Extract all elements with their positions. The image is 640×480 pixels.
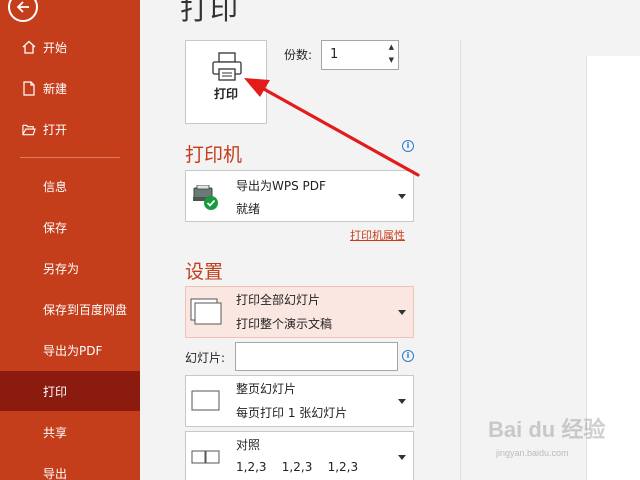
printer-name: 导出为WPS PDF: [236, 179, 326, 193]
sidebar-item-save[interactable]: 保存: [0, 207, 140, 247]
copies-stepper[interactable]: 1 ▲ ▼: [321, 40, 399, 70]
sidebar-item-label: 保存到百度网盘: [43, 302, 128, 317]
sidebar-item-save-to-baidu[interactable]: 保存到百度网盘: [0, 289, 140, 329]
layout-title: 整页幻灯片: [236, 382, 297, 396]
sidebar-item-label: 导出: [43, 466, 68, 480]
sidebar-item-label: 新建: [43, 81, 68, 96]
baidu-watermark: Bai du 经验 jingyan.baidu.com: [488, 412, 628, 472]
info-icon[interactable]: i: [402, 350, 414, 362]
sidebar-item-label: 另存为: [43, 261, 80, 276]
sidebar-item-share[interactable]: 共享: [0, 412, 140, 452]
back-arrow-icon[interactable]: [8, 0, 38, 22]
settings-section-title: 设置: [185, 261, 224, 283]
dropdown-arrow-icon: [398, 310, 406, 315]
slides-input[interactable]: [235, 342, 398, 371]
info-icon[interactable]: i: [402, 140, 414, 152]
panel-divider: [460, 40, 461, 480]
printer-select[interactable]: 导出为WPS PDF 就绪: [185, 170, 414, 222]
sidebar-item-print[interactable]: 打印: [0, 371, 140, 411]
print-button-label: 打印: [213, 87, 238, 101]
sidebar-item-export-pdf[interactable]: 导出为PDF: [0, 330, 140, 370]
sidebar-item-new[interactable]: 新建: [0, 68, 140, 108]
copies-value: 1: [330, 47, 339, 62]
print-range-title: 打印全部幻灯片: [236, 293, 321, 307]
full-page-slide-icon: [191, 390, 220, 411]
page-title: 打印: [180, 0, 241, 26]
sidebar-item-label: 导出为PDF: [43, 343, 103, 358]
sidebar-item-label: 打开: [43, 122, 68, 137]
dropdown-arrow-icon: [398, 399, 406, 404]
sidebar: 开始 新建 打开 信息 保存 另存为 保存到百度网盘 导出为PDF 打印 共享 …: [0, 0, 140, 480]
sidebar-item-label: 打印: [43, 384, 68, 399]
sidebar-item-label: 共享: [43, 425, 68, 440]
sidebar-item-label: 保存: [43, 220, 68, 235]
print-range-select[interactable]: 打印全部幻灯片 打印整个演示文稿: [185, 286, 414, 338]
printer-section-title: 打印机: [185, 144, 243, 166]
sidebar-item-save-as[interactable]: 另存为: [0, 248, 140, 288]
printer-status: 就绪: [236, 202, 261, 216]
slides-stack-icon: [190, 298, 222, 325]
home-icon: [22, 39, 36, 55]
dropdown-arrow-icon: [398, 455, 406, 460]
layout-desc: 每页打印 1 张幻灯片: [236, 406, 348, 420]
printer-properties-link[interactable]: 打印机属性: [350, 227, 405, 243]
copies-label: 份数:: [284, 48, 313, 62]
sidebar-item-export[interactable]: 导出: [0, 453, 140, 480]
chevron-up-icon[interactable]: ▲: [389, 43, 394, 51]
sidebar-item-open[interactable]: 打开: [0, 109, 140, 149]
collate-desc: 1,2,3 1,2,3 1,2,3: [236, 460, 359, 474]
sidebar-item-label: 信息: [43, 179, 68, 194]
slides-label: 幻灯片:: [185, 351, 226, 365]
watermark-url: jingyan.baidu.com: [496, 448, 569, 458]
printer-ready-icon: [193, 185, 218, 210]
printer-icon: [212, 52, 242, 81]
sidebar-item-label: 开始: [43, 40, 68, 55]
sidebar-item-info[interactable]: 信息: [0, 166, 140, 206]
collate-title: 对照: [236, 438, 261, 452]
print-range-desc: 打印整个演示文稿: [236, 317, 333, 331]
new-file-icon: [22, 80, 36, 96]
print-button[interactable]: 打印: [185, 40, 267, 124]
layout-select[interactable]: 整页幻灯片 每页打印 1 张幻灯片: [185, 375, 414, 427]
chevron-down-icon[interactable]: ▼: [389, 56, 394, 64]
dropdown-arrow-icon: [398, 194, 406, 199]
sidebar-divider: [20, 157, 120, 158]
watermark-logo: Bai du 经验: [488, 417, 606, 442]
folder-open-icon: [22, 121, 36, 137]
collate-select[interactable]: 对照 1,2,3 1,2,3 1,2,3: [185, 431, 414, 480]
collate-icon: [191, 450, 220, 464]
sidebar-item-home[interactable]: 开始: [0, 27, 140, 67]
